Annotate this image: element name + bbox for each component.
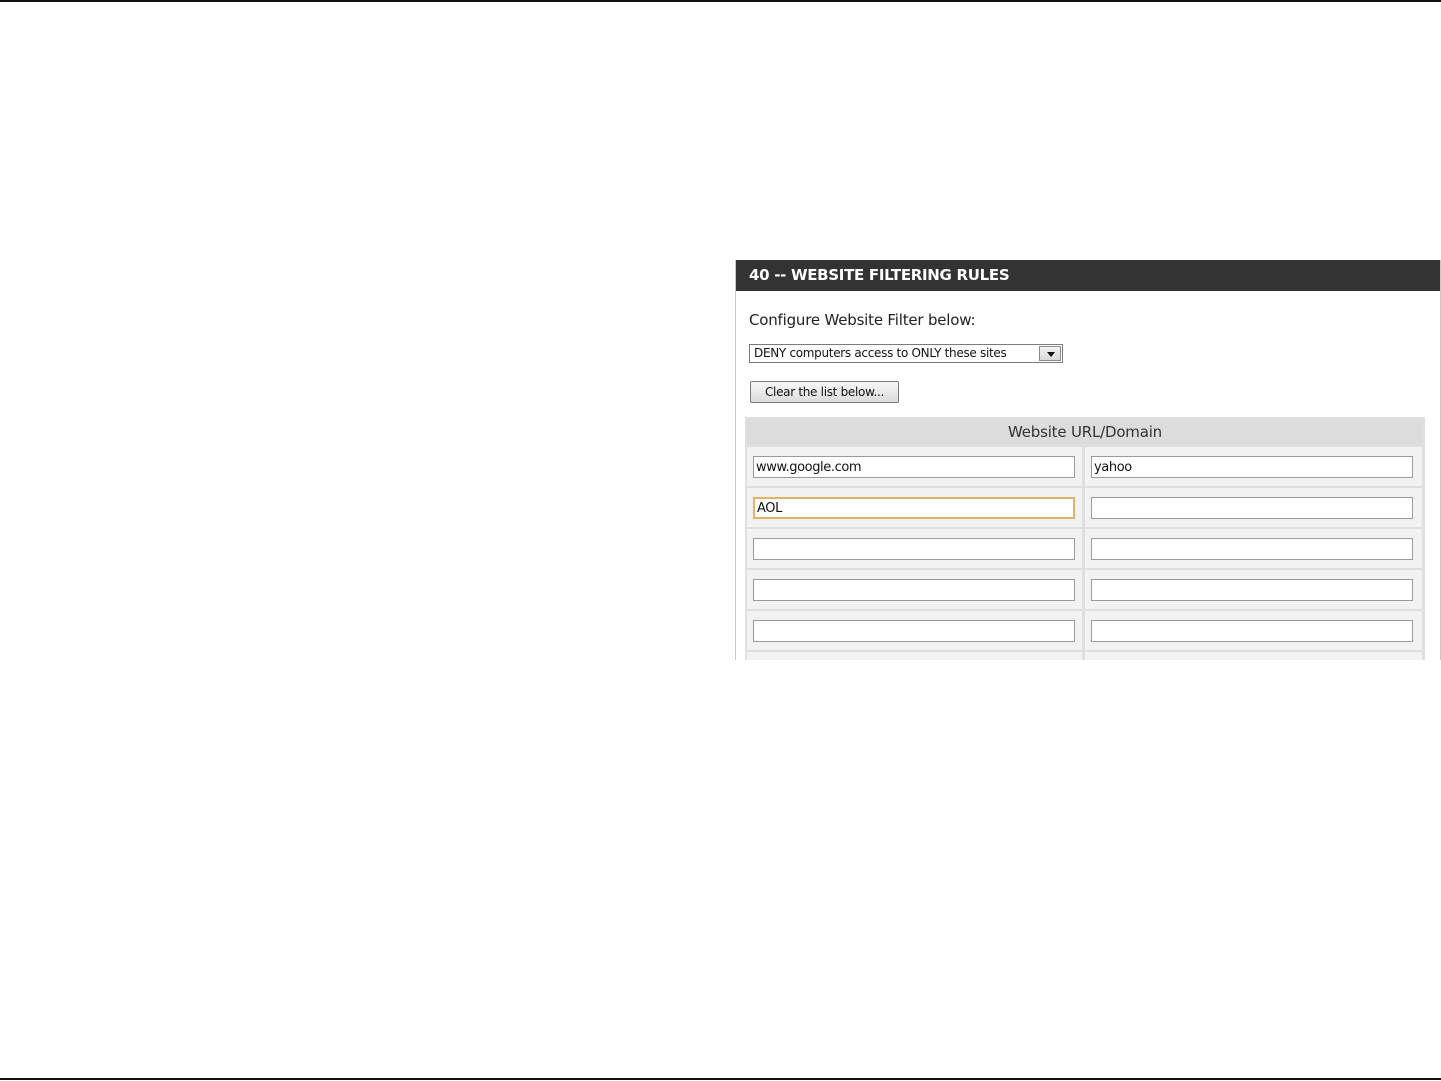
config-filter-label: Configure Website Filter below:	[749, 311, 976, 329]
table-row	[745, 529, 1425, 568]
table-row	[745, 652, 1425, 660]
clear-list-button[interactable]: Clear the list below...	[750, 381, 899, 403]
website-filtering-panel: 40 -- WEBSITE FILTERING RULES Configure …	[735, 260, 1441, 660]
url-field-2[interactable]	[1091, 456, 1413, 478]
table-cell	[1085, 447, 1422, 486]
url-table-header: Website URL/Domain	[747, 419, 1423, 445]
table-cell	[747, 488, 1082, 527]
url-field-1[interactable]	[753, 456, 1075, 478]
filter-mode-value: DENY computers access to ONLY these site…	[754, 346, 1007, 360]
top-rule	[0, 0, 1441, 2]
table-cell	[747, 447, 1082, 486]
url-field-5[interactable]	[753, 538, 1075, 560]
table-cell	[747, 652, 1082, 660]
url-field-6[interactable]	[1091, 538, 1413, 560]
table-row	[745, 570, 1425, 609]
url-field-8[interactable]	[1091, 579, 1413, 601]
table-row	[745, 447, 1425, 486]
url-field-7[interactable]	[753, 579, 1075, 601]
bottom-rule	[0, 1078, 1441, 1080]
url-field-9[interactable]	[753, 620, 1075, 642]
table-cell	[1085, 611, 1422, 650]
url-field-10[interactable]	[1091, 620, 1413, 642]
table-cell	[747, 570, 1082, 609]
table-row	[745, 488, 1425, 527]
table-row	[745, 611, 1425, 650]
url-field-3[interactable]	[753, 497, 1075, 519]
table-cell	[1085, 652, 1422, 660]
table-cell	[1085, 570, 1422, 609]
filter-mode-select[interactable]: DENY computers access to ONLY these site…	[749, 344, 1063, 363]
table-cell	[1085, 488, 1422, 527]
url-domain-table: Website URL/Domain	[745, 417, 1425, 660]
table-cell	[747, 529, 1082, 568]
url-field-4[interactable]	[1091, 497, 1413, 519]
panel-header: 40 -- WEBSITE FILTERING RULES	[736, 260, 1440, 291]
table-cell	[747, 611, 1082, 650]
table-cell	[1085, 529, 1422, 568]
chevron-down-icon[interactable]	[1039, 346, 1061, 361]
